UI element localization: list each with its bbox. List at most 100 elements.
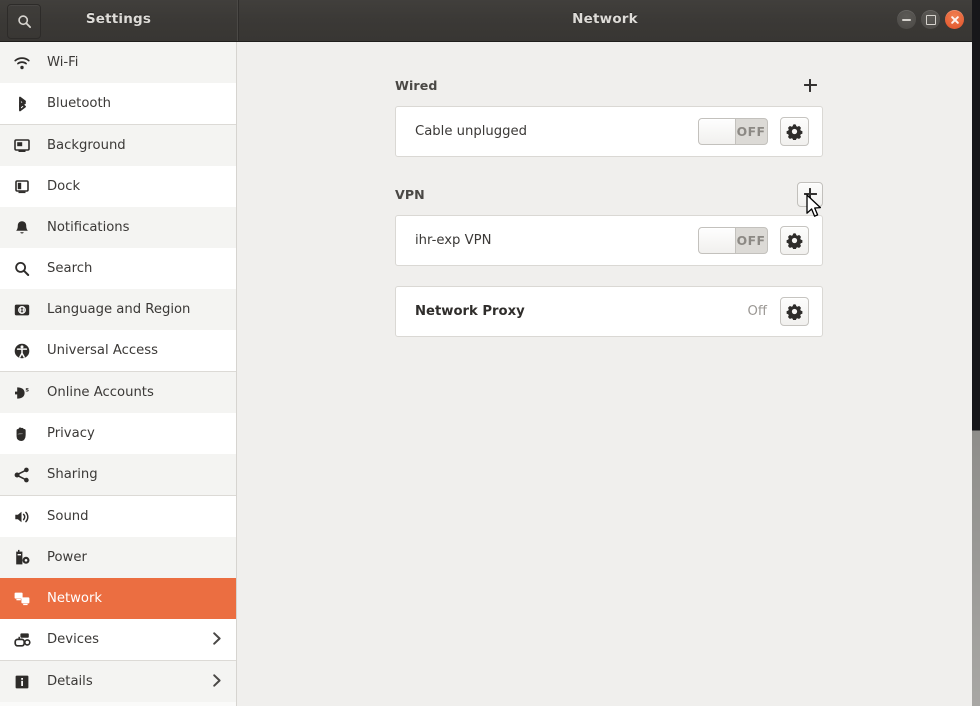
window-controls xyxy=(897,10,964,29)
sidebar-item-label: Bluetooth xyxy=(47,96,112,111)
sidebar-item-label: Background xyxy=(47,138,126,153)
network-proxy-status: Off xyxy=(747,304,767,319)
sidebar-item-label: Devices xyxy=(47,632,99,647)
close-button[interactable] xyxy=(945,10,964,29)
chevron-right-icon xyxy=(213,673,221,687)
section-card: ihr-exp VPN OFF xyxy=(395,215,823,266)
minimize-icon xyxy=(902,18,911,21)
chevron-right-icon xyxy=(211,630,223,649)
sidebar-item-label: Wi-Fi xyxy=(47,55,79,70)
sidebar-item-notifications[interactable]: Notifications xyxy=(0,207,236,248)
dock-icon xyxy=(13,177,39,197)
minimize-button[interactable] xyxy=(897,10,916,29)
details-icon xyxy=(15,675,29,688)
sidebar-item-devices[interactable]: Devices xyxy=(0,619,236,661)
sidebar-item-wi-fi[interactable]: Wi-Fi xyxy=(0,42,236,83)
network-sections: Wired Cable unplugged OFF VPN ihr-exp VPN OF… xyxy=(395,72,823,337)
add-vpn-button[interactable] xyxy=(797,181,823,207)
gear-icon xyxy=(786,233,803,249)
network-icon xyxy=(13,589,39,609)
section-header: Wired xyxy=(395,72,823,98)
universal-access-icon xyxy=(13,341,39,361)
network-proxy-card: Network Proxy Off xyxy=(395,286,823,337)
chevron-right-icon xyxy=(211,672,223,691)
sidebar-item-privacy[interactable]: Privacy xyxy=(0,413,236,454)
toggle-state-label: OFF xyxy=(736,233,766,248)
search-icon xyxy=(15,261,30,276)
sidebar-item-universal-access[interactable]: Universal Access xyxy=(0,330,236,372)
chevron-right-icon xyxy=(213,631,221,645)
sidebar-item-network[interactable]: Network xyxy=(0,578,236,619)
section-card: Cable unplugged OFF xyxy=(395,106,823,157)
sidebar-item-dock[interactable]: Dock xyxy=(0,166,236,207)
section-title: VPN xyxy=(395,186,425,202)
wifi-icon xyxy=(14,56,30,69)
maximize-icon xyxy=(925,14,936,25)
proxy-settings-button[interactable] xyxy=(780,297,809,326)
sidebar-item-label: Dock xyxy=(47,179,81,194)
power-icon xyxy=(13,548,39,568)
sidebar-item-power[interactable]: Power xyxy=(0,537,236,578)
sidebar-item-label: Universal Access xyxy=(47,343,158,358)
connection-name: Cable unplugged xyxy=(415,124,527,139)
titlebar: Settings Network xyxy=(0,0,972,42)
sidebar-item-sharing[interactable]: Sharing xyxy=(0,454,236,496)
sidebar-item-search[interactable]: Search xyxy=(0,248,236,289)
sidebar-item-online-accounts[interactable]: s Online Accounts xyxy=(0,372,236,413)
toggle-knob xyxy=(699,119,736,144)
plus-icon xyxy=(803,78,817,92)
add-wired-connection-button[interactable] xyxy=(797,73,823,98)
privacy-icon xyxy=(13,424,39,444)
settings-title: Settings xyxy=(85,11,152,27)
section-title: Wired xyxy=(395,77,438,93)
network-proxy-label: Network Proxy xyxy=(415,304,525,319)
background-icon xyxy=(14,138,30,152)
connection-toggle[interactable]: OFF xyxy=(698,227,768,254)
gear-icon xyxy=(786,304,803,320)
sidebar-item-details[interactable]: Details xyxy=(0,661,236,702)
maximize-button[interactable] xyxy=(921,10,940,29)
network-panel: Wired Cable unplugged OFF VPN ihr-exp VPN OF… xyxy=(238,42,972,706)
wifi-icon xyxy=(13,53,39,73)
bluetooth-icon xyxy=(13,94,39,114)
online-accounts-icon: s xyxy=(13,383,39,403)
notifications-icon xyxy=(13,218,39,238)
dock-icon xyxy=(15,179,29,193)
devices-icon xyxy=(13,630,39,650)
plus-icon xyxy=(803,187,817,201)
svg-text:s: s xyxy=(25,386,29,393)
connection-toggle[interactable]: OFF xyxy=(698,118,768,145)
settings-sidebar: Wi-Fi Bluetooth Background Dock Notifica… xyxy=(0,42,237,706)
sidebar-item-label: Notifications xyxy=(47,220,130,235)
toggle-knob xyxy=(699,228,736,253)
sidebar-item-background[interactable]: Background xyxy=(0,125,236,166)
toggle-state-label: OFF xyxy=(736,124,766,139)
devices-icon xyxy=(14,632,31,647)
connection-name: ihr-exp VPN xyxy=(415,233,492,248)
section-header: VPN xyxy=(395,181,823,207)
background-icon xyxy=(13,136,39,156)
gear-icon xyxy=(786,124,803,140)
privacy-icon xyxy=(16,427,26,441)
sidebar-item-label: Power xyxy=(47,550,87,565)
sidebar-item-label: Language and Region xyxy=(47,302,191,317)
vpn-settings-button[interactable] xyxy=(780,226,809,255)
online-accounts-icon: s xyxy=(15,386,29,399)
sharing-icon xyxy=(13,465,39,485)
sound-icon xyxy=(15,511,29,522)
settings-window: Settings Network Wi-Fi Bluetooth Backgro… xyxy=(0,0,980,706)
sidebar-item-label: Details xyxy=(47,674,93,689)
language-icon xyxy=(13,300,39,320)
wired-settings-button[interactable] xyxy=(780,117,809,146)
power-icon xyxy=(16,549,30,564)
sidebar-item-language-and-region[interactable]: Language and Region xyxy=(0,289,236,330)
sidebar-item-label: Privacy xyxy=(47,426,95,441)
sidebar-item-bluetooth[interactable]: Bluetooth xyxy=(0,83,236,125)
sidebar-item-sound[interactable]: Sound xyxy=(0,496,236,537)
network-icon xyxy=(14,592,30,605)
connection-row: ihr-exp VPN OFF xyxy=(396,216,822,265)
search-icon xyxy=(13,259,39,279)
sound-icon xyxy=(13,507,39,527)
